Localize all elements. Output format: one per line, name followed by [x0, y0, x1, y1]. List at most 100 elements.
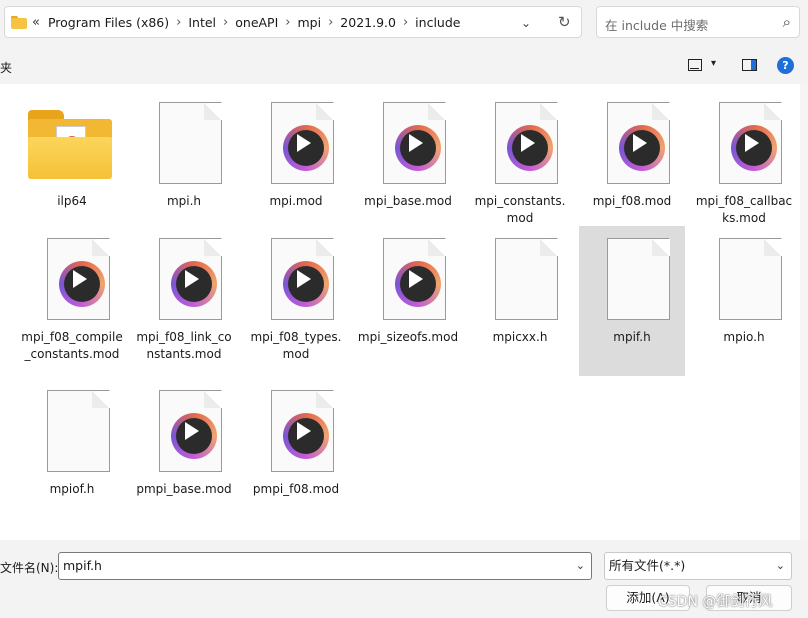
play-icon	[283, 261, 329, 307]
chevron-right-icon[interactable]: ›	[283, 15, 292, 30]
page-shape	[47, 390, 110, 472]
chevron-right-icon[interactable]: ›	[401, 15, 410, 30]
file-name-label: pmpi_base.mod	[136, 482, 232, 496]
page-shape	[719, 238, 782, 320]
file-item[interactable]: mpi.mod	[243, 90, 349, 240]
play-icon	[619, 125, 665, 171]
page-shape	[383, 238, 446, 320]
view-mode-icon[interactable]	[688, 59, 702, 71]
search-input[interactable]: 在 include 中搜索 ⌕	[596, 6, 800, 38]
file-name-label: mpi_f08_link_constants.mod	[136, 330, 232, 361]
preview-pane-icon[interactable]	[742, 59, 757, 71]
chevron-down-icon[interactable]: ⌄	[521, 16, 531, 30]
address-bar[interactable]: « Program Files (x86) › Intel › oneAPI ›…	[4, 6, 582, 38]
breadcrumb-include[interactable]: include	[410, 15, 465, 30]
file-name-label: mpiof.h	[49, 482, 95, 496]
filename-field[interactable]: mpif.h ⌄	[58, 552, 592, 580]
file-name-label: mpif.h	[613, 330, 651, 344]
address-toolbar: « Program Files (x86) › Intel › oneAPI ›…	[0, 0, 808, 48]
view-dropdown-icon[interactable]: ▾	[711, 58, 716, 69]
file-name-label: mpio.h	[723, 330, 765, 344]
file-name-label: mpi_f08_types.mod	[250, 330, 342, 361]
page-shape	[495, 102, 558, 184]
folder-icon	[11, 15, 27, 29]
filename-value: mpif.h	[63, 558, 102, 573]
blank-file-icon	[710, 238, 782, 324]
folder-icon	[19, 102, 125, 188]
media-file-icon	[710, 102, 782, 188]
file-item[interactable]: mpi_f08_compile_constants.mod	[19, 226, 125, 376]
filetype-select[interactable]: 所有文件(*.*) ⌄	[604, 552, 792, 580]
media-file-icon	[150, 238, 222, 324]
play-icon	[507, 125, 553, 171]
file-item[interactable]: mpi_constants.mod	[467, 90, 573, 240]
breadcrumb-version[interactable]: 2021.9.0	[335, 15, 401, 30]
file-item[interactable]: mpi_f08_types.mod	[243, 226, 349, 376]
file-name-label: mpi_constants.mod	[474, 194, 566, 225]
overflow-chevron-icon[interactable]: «	[27, 15, 43, 30]
file-item[interactable]: pmpi_f08.mod	[243, 378, 349, 528]
search-placeholder: 在 include 中搜索	[605, 18, 709, 33]
chevron-right-icon[interactable]: ›	[221, 15, 230, 30]
file-item[interactable]: ilp64	[19, 90, 125, 240]
file-item[interactable]: pmpi_base.mod	[131, 378, 237, 528]
play-icon	[395, 125, 441, 171]
file-name-label: ilp64	[57, 194, 87, 208]
breadcrumb-intel[interactable]: Intel	[183, 15, 221, 30]
filename-label: 文件名(N):	[0, 561, 59, 575]
breadcrumb-program-files[interactable]: Program Files (x86)	[43, 15, 174, 30]
play-icon	[59, 261, 105, 307]
file-item[interactable]: mpi_f08_link_constants.mod	[131, 226, 237, 376]
file-grid: ilp64 mpi.h mpi.mod mpi_base.mod mpi_constan…	[0, 84, 800, 540]
page-shape	[383, 102, 446, 184]
scrollbar[interactable]	[800, 84, 808, 540]
media-file-icon	[486, 102, 558, 188]
folder-pane-label[interactable]: 夹	[0, 59, 12, 76]
page-shape	[719, 102, 782, 184]
file-item[interactable]: mpi_base.mod	[355, 90, 461, 240]
page-shape	[271, 238, 334, 320]
chevron-down-icon[interactable]: ⌄	[776, 553, 785, 579]
play-icon	[171, 261, 217, 307]
page-shape	[495, 238, 558, 320]
file-item[interactable]: mpi_f08.mod	[579, 90, 685, 240]
file-item[interactable]: mpicxx.h	[467, 226, 573, 376]
file-item[interactable]: mpi_sizeofs.mod	[355, 226, 461, 376]
command-bar: 夹 ▾ ?	[0, 48, 808, 84]
play-icon	[171, 413, 217, 459]
page-shape	[607, 102, 670, 184]
file-name-label: mpi_f08.mod	[592, 194, 672, 208]
play-icon	[283, 125, 329, 171]
media-file-icon	[38, 238, 110, 324]
blank-file-icon	[150, 102, 222, 188]
page-shape	[47, 238, 110, 320]
file-name-label: mpi_base.mod	[364, 194, 452, 208]
page-shape	[159, 390, 222, 472]
play-icon	[731, 125, 777, 171]
chevron-right-icon[interactable]: ›	[174, 15, 183, 30]
chevron-down-icon[interactable]: ⌄	[576, 553, 585, 579]
file-name-label: pmpi_f08.mod	[252, 482, 340, 496]
file-item[interactable]: mpif.h	[579, 226, 685, 376]
file-name-label: mpi_f08_compile_constants.mod	[21, 330, 123, 361]
page-shape	[271, 102, 334, 184]
file-item[interactable]: mpi_f08_callbacks.mod	[691, 90, 797, 240]
help-icon[interactable]: ?	[777, 57, 794, 74]
file-name-label: mpi.h	[166, 194, 202, 208]
refresh-icon[interactable]: ↻	[558, 13, 571, 31]
file-item[interactable]: mpiof.h	[19, 378, 125, 528]
search-icon[interactable]: ⌕	[783, 13, 791, 31]
breadcrumb: Program Files (x86) › Intel › oneAPI › m…	[43, 15, 466, 30]
file-name-label: mpi_f08_callbacks.mod	[695, 194, 793, 225]
media-file-icon	[150, 390, 222, 476]
breadcrumb-oneapi[interactable]: oneAPI	[230, 15, 283, 30]
breadcrumb-mpi[interactable]: mpi	[293, 15, 327, 30]
dialog-footer: 文件名(N): mpif.h ⌄ 所有文件(*.*) ⌄ 添加(A) 取消 CS…	[0, 540, 808, 618]
page-shape	[271, 390, 334, 472]
page-shape	[159, 238, 222, 320]
file-name-label: mpicxx.h	[492, 330, 548, 344]
file-item[interactable]: mpio.h	[691, 226, 797, 376]
chevron-right-icon[interactable]: ›	[326, 15, 335, 30]
media-file-icon	[374, 238, 446, 324]
file-item[interactable]: mpi.h	[131, 90, 237, 240]
